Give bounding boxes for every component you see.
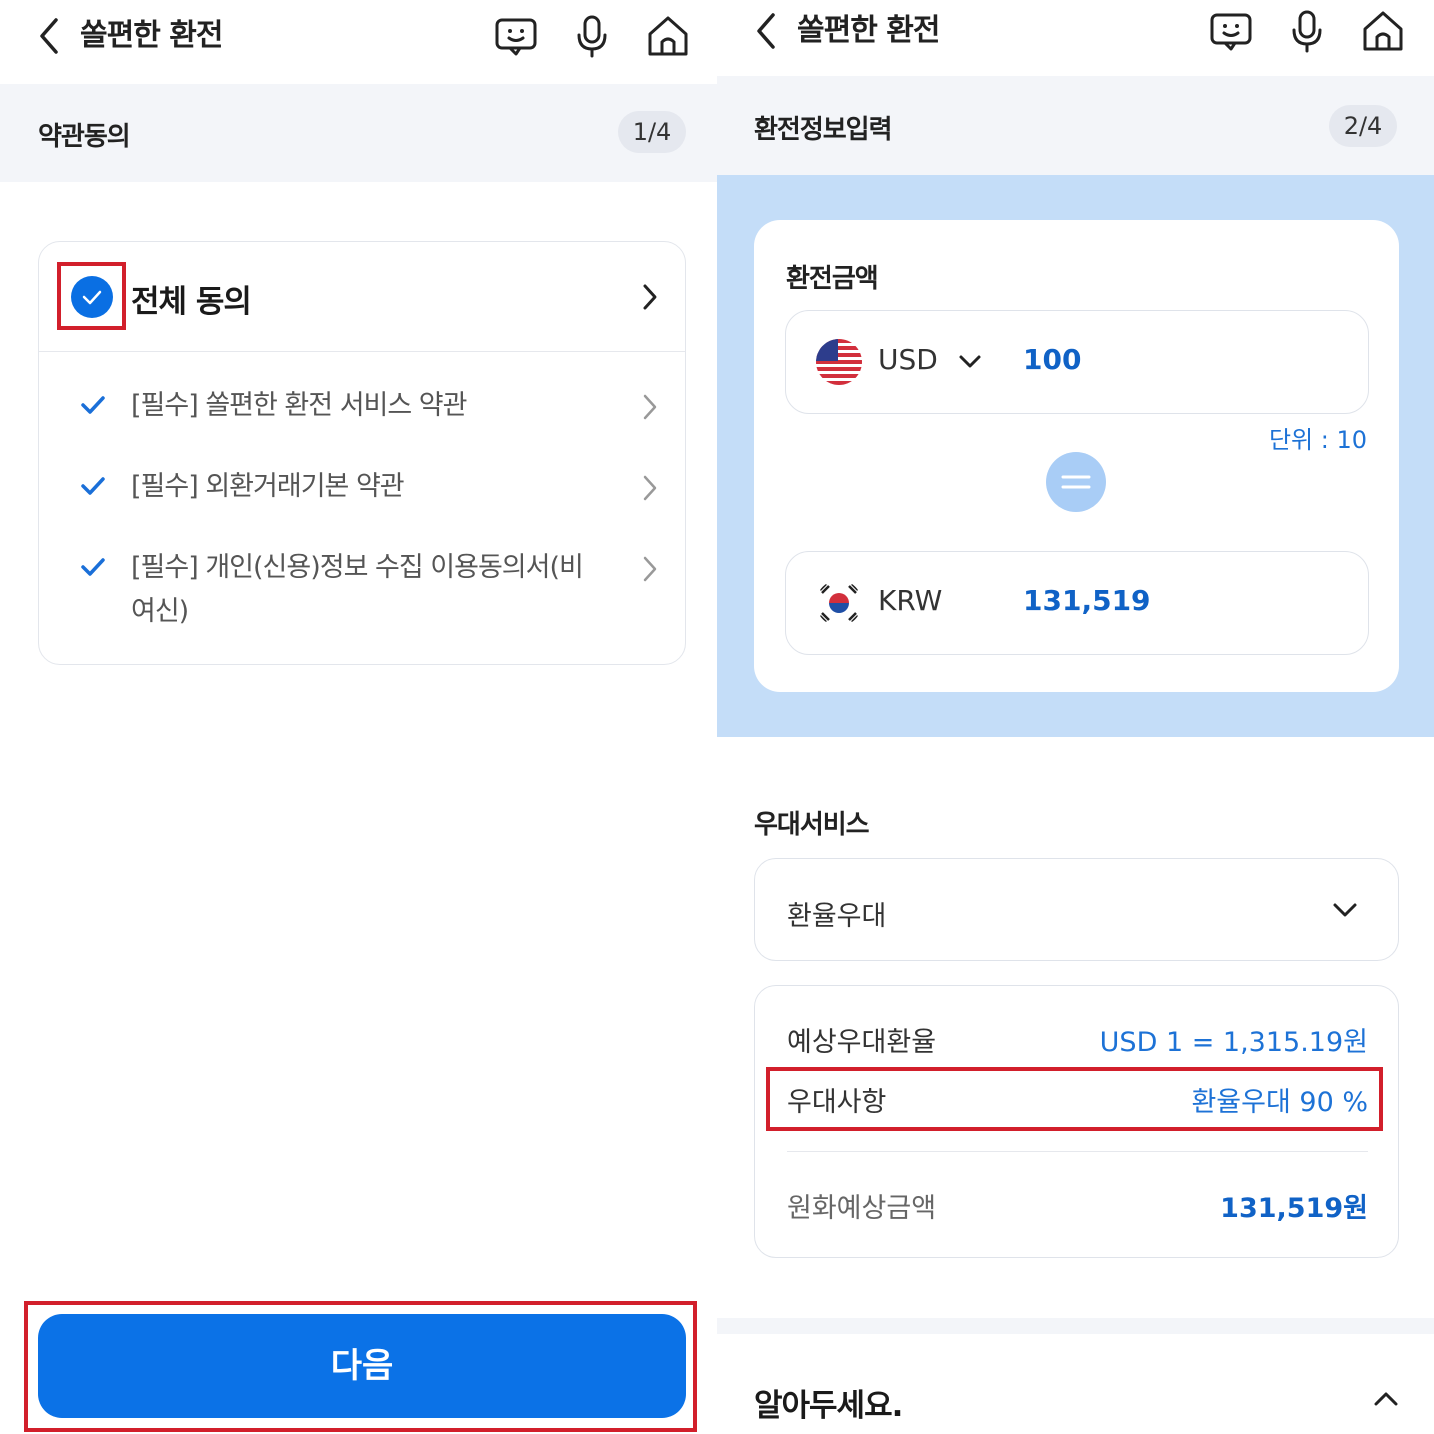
- app-title: 쏠편한 환전: [797, 13, 940, 48]
- notice-title: 알아두세요.: [754, 1388, 903, 1424]
- chevron-down-icon[interactable]: [1330, 895, 1360, 925]
- term-item[interactable]: [필수] 외환거래기본 약관: [39, 463, 685, 513]
- benefit-info-card: 예상우대환율 USD 1 = 1,315.19원 우대사항 환율우대 90 % …: [754, 985, 1399, 1258]
- to-amount-value: 131,519: [1023, 584, 1151, 617]
- step-counter: 1/4: [618, 111, 686, 153]
- chevron-right-icon[interactable]: [639, 390, 661, 424]
- benefit-select[interactable]: 환율우대: [754, 858, 1399, 961]
- step-bar: 약관동의 1/4: [0, 84, 717, 182]
- section-divider: [717, 1318, 1434, 1334]
- app-title: 쏠편한 환전: [80, 18, 223, 53]
- term-item[interactable]: [필수] 쏠편한 환전 서비스 약관: [39, 382, 685, 432]
- back-icon[interactable]: [751, 9, 781, 53]
- agree-all-label: 전체 동의: [131, 284, 252, 320]
- step-bar: 환전정보입력 2/4: [717, 76, 1434, 175]
- check-icon[interactable]: [79, 553, 107, 581]
- equals-icon: [1046, 452, 1106, 512]
- agree-all-checkbox[interactable]: [71, 276, 113, 318]
- us-flag-icon: [816, 339, 862, 385]
- expected-rate-value: USD 1 = 1,315.19원: [1099, 1027, 1368, 1058]
- agree-all-row[interactable]: 전체 동의: [39, 242, 685, 352]
- from-amount-input[interactable]: 100: [1023, 343, 1081, 376]
- chevron-right-icon[interactable]: [639, 471, 661, 505]
- check-icon[interactable]: [79, 391, 107, 419]
- benefit-section-title: 우대서비스: [754, 810, 870, 840]
- app-header: 쏠편한 환전: [0, 0, 717, 76]
- chevron-right-icon[interactable]: [639, 552, 661, 586]
- microphone-icon[interactable]: [1283, 7, 1331, 55]
- preferential-label: 우대사항: [787, 1087, 887, 1118]
- chevron-up-icon[interactable]: [1371, 1384, 1401, 1414]
- terms-agreement-screen: 쏠편한 환전 약관동의 1/4 전체 동의 [필수] 쏠편한 환전 서비스 약관…: [0, 0, 717, 1434]
- unit-label: 단위 : 10: [1268, 426, 1367, 454]
- kr-flag-icon: [816, 580, 862, 626]
- chevron-right-icon[interactable]: [639, 280, 661, 314]
- term-item[interactable]: [필수] 개인(신용)정보 수집 이용동의서(비여신): [39, 544, 685, 634]
- exchange-amount-card: 환전금액 USD 100 단위: 10 KRW 131,519: [754, 220, 1399, 692]
- term-label: [필수] 개인(신용)정보 수집 이용동의서(비여신): [131, 552, 584, 627]
- step-title: 환전정보입력: [754, 115, 893, 145]
- preferential-value: 환율우대 90 %: [1191, 1087, 1368, 1118]
- chevron-down-icon[interactable]: [956, 347, 984, 375]
- exchange-amount-section: 환전금액 USD 100 단위: 10 KRW 131,519: [717, 175, 1434, 737]
- from-currency-field[interactable]: USD 100: [785, 310, 1369, 414]
- home-icon[interactable]: [644, 12, 692, 60]
- term-label: [필수] 쏠편한 환전 서비스 약관: [131, 390, 467, 421]
- back-icon[interactable]: [34, 14, 64, 58]
- to-currency-field: KRW 131,519: [785, 551, 1369, 655]
- amount-title: 환전금액: [786, 264, 879, 294]
- chatbot-icon[interactable]: [1207, 7, 1255, 55]
- expected-rate-label: 예상우대환율: [787, 1027, 937, 1058]
- next-button[interactable]: 다음: [38, 1314, 686, 1418]
- step-counter: 2/4: [1329, 105, 1397, 147]
- from-currency-code: USD: [878, 343, 938, 376]
- preferential-row: 우대사항 환율우대 90 %: [787, 1080, 1368, 1120]
- chatbot-icon[interactable]: [492, 12, 540, 60]
- expected-krw-value: 131,519원: [1220, 1193, 1368, 1224]
- home-icon[interactable]: [1359, 7, 1407, 55]
- benefit-selected-value: 환율우대: [787, 901, 887, 932]
- exchange-input-screen: 쏠편한 환전 환전정보입력 2/4 환전금액 USD 100 단위: 10 K…: [717, 0, 1434, 1434]
- microphone-icon[interactable]: [568, 12, 616, 60]
- terms-card: 전체 동의 [필수] 쏠편한 환전 서비스 약관 [필수] 외환거래기본 약관: [38, 241, 686, 665]
- to-currency-code: KRW: [878, 584, 943, 617]
- expected-krw-label: 원화예상금액: [787, 1193, 937, 1224]
- divider: [787, 1151, 1368, 1152]
- expected-krw-row: 원화예상금액 131,519원: [787, 1186, 1368, 1226]
- step-title: 약관동의: [38, 122, 131, 152]
- term-label: [필수] 외환거래기본 약관: [131, 471, 405, 502]
- check-icon[interactable]: [79, 472, 107, 500]
- expected-rate-row: 예상우대환율 USD 1 = 1,315.19원: [787, 1020, 1368, 1060]
- app-header: 쏠편한 환전: [717, 0, 1434, 76]
